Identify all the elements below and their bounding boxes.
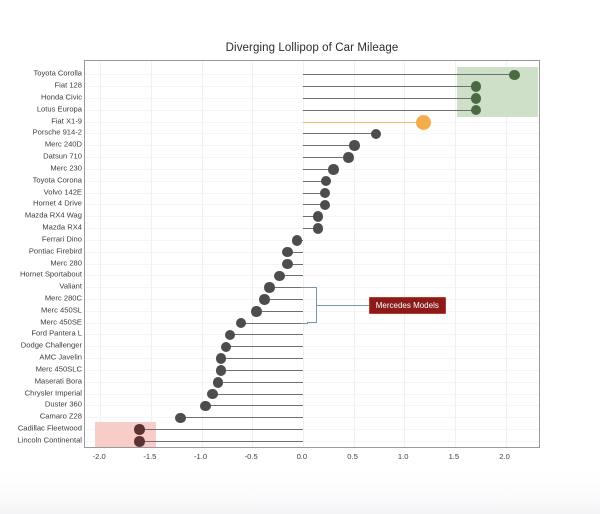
y-axis-tick-label: Fiat X1-9 [51,116,82,126]
y-axis-labels: Toyota Corolla Fiat 128 Honda Civic Lotus E… [0,60,600,448]
y-axis-tick-label: Camaro Z28 [39,411,82,421]
x-axis-tick-label: -2.0 [92,452,106,461]
y-axis-tick-label: Merc 450SLC [35,364,82,374]
x-axis-labels: -2.0 -1.5 -1.0 -0.5 0.0 0.5 1.0 1.5 2.0 [0,452,600,470]
y-axis-tick-label: Merc 450SL [41,305,82,315]
y-axis-tick-label: Volvo 142E [43,187,82,197]
y-axis-tick-label: Hornet 4 Drive [33,198,82,208]
y-axis-tick-label: Duster 360 [44,399,82,409]
y-axis-tick-label: Honda Civic [41,92,82,102]
bottom-gradient [0,470,600,514]
y-axis-tick-label: Merc 240D [44,139,82,149]
chart-figure: Diverging Lollipop of Car Mileage Merced… [0,0,600,514]
x-axis-tick-label: 1.5 [448,452,460,461]
y-axis-tick-label: Mazda RX4 [42,222,82,232]
y-axis-tick-label: Lincoln Continental [17,435,82,445]
y-axis-tick-label: Toyota Corona [32,175,82,185]
y-axis-tick-label: Toyota Corolla [33,68,82,78]
y-axis-tick-label: Merc 450SE [40,317,82,327]
y-axis-tick-label: AMC Javelin [39,352,82,362]
y-axis-tick-label: Mazda RX4 Wag [24,210,82,220]
y-axis-tick-label: Merc 280 [50,258,82,268]
x-axis-tick-label: 0.5 [347,452,358,461]
x-axis-tick-label: -1.5 [143,452,157,461]
x-axis-tick-label: 2.0 [499,452,510,461]
y-axis-tick-label: Porsche 914-2 [32,127,82,137]
y-axis-tick-label: Merc 280C [44,293,82,303]
y-axis-tick-label: Hornet Sportabout [19,269,82,279]
y-axis-tick-label: Lotus Europa [36,104,82,114]
y-axis-tick-label: Datsun 710 [43,151,82,161]
x-axis-tick-label: 0.0 [296,452,308,461]
y-axis-tick-label: Pontiac Firebird [28,246,82,256]
y-axis-tick-label: Valiant [59,281,82,291]
y-axis-tick-label: Fiat 128 [54,80,82,90]
y-axis-tick-label: Ford Pantera L [31,328,82,338]
y-axis-tick-label: Ferrari Dino [41,234,82,244]
y-axis-tick-label: Dodge Challenger [20,340,82,350]
x-axis-tick-label: 1.0 [397,452,409,461]
y-axis-tick-label: Cadillac Fleetwood [17,423,82,433]
y-axis-tick-label: Merc 230 [50,163,82,173]
y-axis-tick-label: Maserati Bora [34,376,82,386]
y-axis-tick-label: Chrysler Imperial [24,388,82,398]
chart-title: Diverging Lollipop of Car Mileage [225,42,399,54]
x-axis-tick-label: -1.0 [193,452,208,461]
x-axis-tick-label: -0.5 [244,452,258,461]
